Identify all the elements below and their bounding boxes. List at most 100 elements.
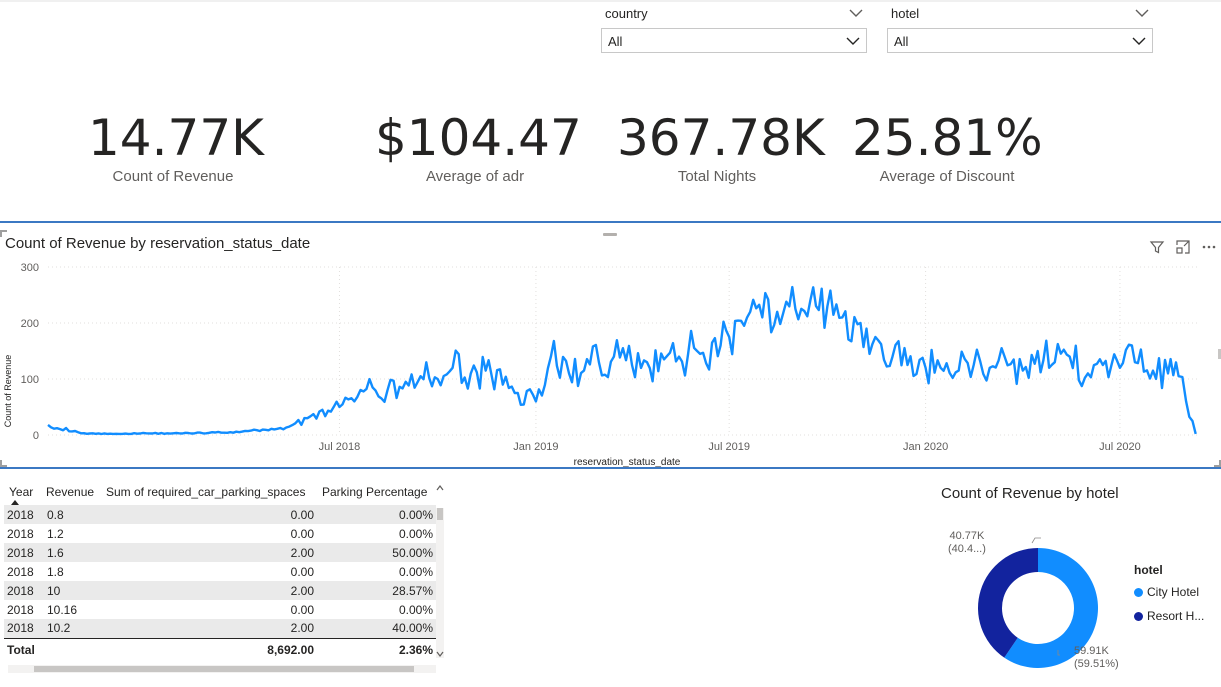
table-row[interactable]: 2018 1.6 2.00 50.00% bbox=[4, 543, 436, 562]
legend-title: hotel bbox=[1134, 563, 1163, 577]
kpi-value: 14.77K bbox=[88, 109, 264, 167]
legend-label: Resort H... bbox=[1147, 609, 1205, 623]
cell-parking-percentage: 0.00% bbox=[398, 526, 433, 541]
cell-year: 2018 bbox=[4, 581, 44, 600]
total-label: Total bbox=[4, 637, 102, 660]
scroll-down-icon[interactable] bbox=[436, 651, 444, 657]
country-slicer[interactable]: country All bbox=[601, 4, 867, 54]
column-header-year[interactable]: Year bbox=[4, 479, 44, 505]
line-chart-canvas: 0 100 200 300 Jul 2018 Jan 2019 Jul 2019 Jan 2… bbox=[3, 262, 1200, 468]
kpi-card-count-of-revenue[interactable]: 14.77K Count of Revenue bbox=[88, 108, 264, 185]
cell-parking-spaces: 0.00 bbox=[290, 526, 314, 541]
x-tick-label: Jul 2018 bbox=[319, 441, 361, 453]
table-row[interactable]: 2018 10 2.00 28.57% bbox=[4, 581, 436, 600]
y-axis-ticks: 0 100 200 300 bbox=[21, 262, 39, 442]
kpi-label: Count of Revenue bbox=[112, 168, 234, 185]
total-parking-spaces: 8,692.00 bbox=[102, 637, 317, 660]
table-row[interactable]: 2018 10.2 2.00 40.00% bbox=[4, 619, 436, 638]
cell-parking-spaces: 0.00 bbox=[102, 505, 317, 524]
x-tick-label: Jul 2019 bbox=[708, 441, 750, 453]
leader-line bbox=[1031, 537, 1041, 544]
chevron-down-icon bbox=[846, 37, 860, 45]
hotel-dropdown[interactable]: All bbox=[887, 28, 1153, 53]
cell-parking-spaces: 0.00 bbox=[290, 602, 314, 617]
cell-revenue: 0.8 bbox=[44, 505, 102, 524]
cell-revenue: 1.2 bbox=[47, 526, 64, 541]
y-tick-label: 100 bbox=[21, 374, 39, 386]
chevron-down-icon[interactable] bbox=[849, 8, 863, 18]
x-tick-label: Jul 2020 bbox=[1099, 441, 1141, 453]
donut-chart-title: Count of Revenue by hotel bbox=[941, 485, 1119, 502]
legend-item-city-hotel[interactable]: City Hotel bbox=[1134, 585, 1199, 599]
cell-parking-percentage: 0.00% bbox=[398, 602, 433, 617]
y-tick-label: 200 bbox=[21, 318, 39, 330]
table-row[interactable]: 2018 0.8 0.00 0.00% bbox=[4, 505, 436, 524]
sort-ascending-icon bbox=[11, 500, 19, 505]
legend-label: City Hotel bbox=[1147, 585, 1200, 599]
resize-handle[interactable] bbox=[1214, 460, 1221, 467]
scroll-up-icon[interactable] bbox=[436, 485, 444, 491]
kpi-card-total-nights[interactable]: 367.78K Total Nights bbox=[617, 108, 825, 185]
kpi-card-average-adr[interactable]: $104.47 Average of adr bbox=[375, 108, 582, 185]
visual-border bbox=[0, 467, 1221, 469]
cell-year: 2018 bbox=[4, 619, 44, 638]
country-dropdown[interactable]: All bbox=[601, 28, 867, 53]
donut-slice-resort-hotel[interactable] bbox=[978, 548, 1038, 658]
cell-parking-spaces: 0.00 bbox=[290, 564, 314, 579]
kpi-value: $104.47 bbox=[375, 109, 582, 167]
hotel-slicer-title: hotel bbox=[891, 6, 920, 21]
cell-parking-percentage: 50.00% bbox=[317, 543, 436, 562]
chevron-down-icon bbox=[1132, 37, 1146, 45]
line-chart-visual[interactable]: Count of Revenue by reservation_status_d… bbox=[0, 221, 1221, 469]
parking-table-visual[interactable]: Year Revenue Sum of required_car_parking… bbox=[4, 479, 444, 675]
cell-year: 2018 bbox=[7, 564, 34, 579]
kpi-label: Average of Discount bbox=[879, 168, 1015, 185]
total-parking-percentage: 2.36% bbox=[317, 637, 436, 660]
legend-marker bbox=[1134, 611, 1143, 621]
cell-parking-spaces: 2.00 bbox=[102, 543, 317, 562]
table-row[interactable]: 2018 10.16 0.00 0.00% bbox=[4, 600, 436, 619]
donut-label-resort: 40.77K (40.4...) bbox=[948, 530, 986, 555]
donut-label-city: 59.91K (59.51%) bbox=[1074, 645, 1119, 670]
top-divider bbox=[0, 0, 1221, 2]
table-horizontal-scrollbar[interactable] bbox=[8, 665, 436, 673]
table-total-row: Total 8,692.00 2.36% bbox=[4, 637, 436, 660]
series-line bbox=[47, 285, 1197, 436]
parking-table: Year Revenue Sum of required_car_parking… bbox=[4, 479, 436, 660]
column-header-parking-spaces[interactable]: Sum of required_car_parking_spaces bbox=[102, 479, 317, 505]
cell-revenue: 10.16 bbox=[47, 602, 78, 617]
kpi-value: 367.78K bbox=[617, 109, 825, 167]
cell-parking-percentage: 0.00% bbox=[398, 564, 433, 579]
kpi-label: Total Nights bbox=[677, 168, 757, 185]
column-header-parking-percentage[interactable]: Parking Percentage bbox=[317, 479, 436, 505]
cell-parking-percentage: 40.00% bbox=[317, 619, 436, 638]
country-selected-value: All bbox=[608, 34, 623, 49]
cell-parking-spaces: 2.00 bbox=[102, 619, 317, 638]
cell-parking-spaces: 2.00 bbox=[102, 581, 317, 600]
hotel-slicer[interactable]: hotel All bbox=[887, 4, 1153, 54]
cell-revenue: 1.8 bbox=[47, 564, 64, 579]
table-row[interactable]: 2018 1.8 0.00 0.00% bbox=[4, 562, 436, 581]
country-slicer-title: country bbox=[605, 6, 648, 21]
cell-year: 2018 bbox=[7, 602, 34, 617]
cell-year: 2018 bbox=[7, 526, 34, 541]
cell-parking-percentage: 28.57% bbox=[317, 581, 436, 600]
chevron-down-icon[interactable] bbox=[1135, 8, 1149, 18]
table-row[interactable]: 2018 1.2 0.00 0.00% bbox=[4, 524, 436, 543]
resize-handle[interactable] bbox=[0, 460, 7, 467]
cell-revenue: 10 bbox=[44, 581, 102, 600]
y-tick-label: 300 bbox=[21, 262, 39, 274]
table-vertical-scrollbar[interactable] bbox=[436, 508, 444, 658]
legend-item-resort-hotel[interactable]: Resort H... bbox=[1134, 609, 1204, 623]
kpi-card-average-discount[interactable]: 25.81% Average of Discount bbox=[852, 108, 1043, 185]
legend-marker bbox=[1134, 587, 1143, 597]
kpi-value: 25.81% bbox=[852, 109, 1043, 167]
x-axis-ticks: Jul 2018 Jan 2019 Jul 2019 Jan 2020 Jul 2020 bbox=[319, 441, 1141, 453]
y-tick-label: 0 bbox=[33, 430, 39, 442]
column-header-revenue[interactable]: Revenue bbox=[44, 479, 102, 505]
table-header-row: Year Revenue Sum of required_car_parking… bbox=[4, 479, 436, 505]
resize-handle[interactable] bbox=[0, 230, 7, 237]
cell-parking-percentage: 0.00% bbox=[317, 505, 436, 524]
cell-revenue: 1.6 bbox=[44, 543, 102, 562]
x-tick-label: Jan 2020 bbox=[903, 441, 948, 453]
